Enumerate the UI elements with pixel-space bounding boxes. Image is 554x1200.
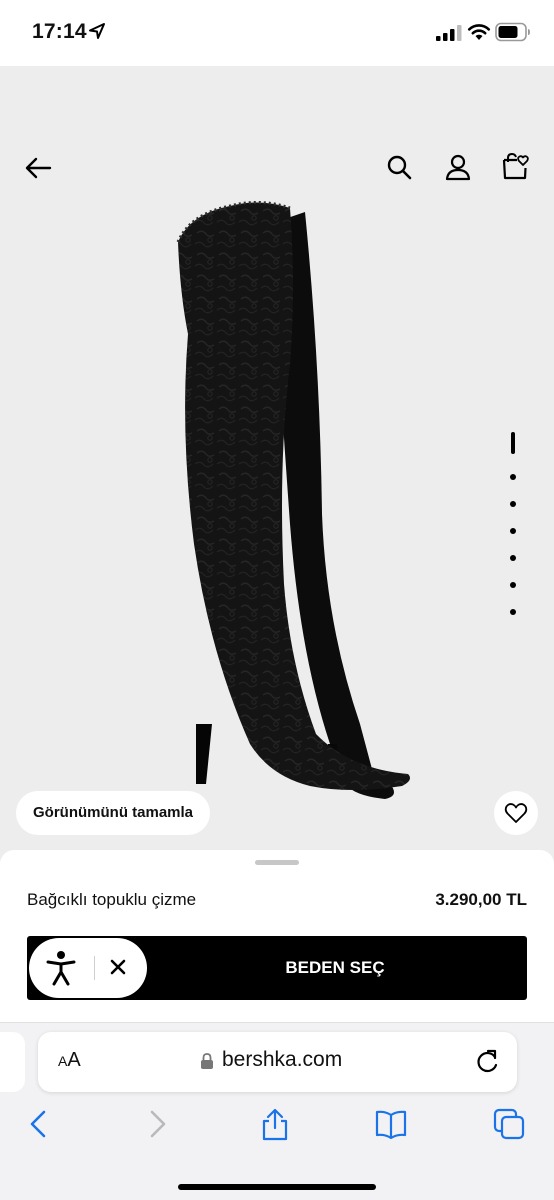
- product-name: Bağcıklı topuklu çizme: [27, 890, 197, 909]
- pager-dot[interactable]: [510, 474, 516, 480]
- pager-dot[interactable]: [510, 582, 516, 588]
- product-gallery[interactable]: [0, 66, 554, 866]
- reload-icon[interactable]: [474, 1048, 500, 1076]
- accessibility-widget[interactable]: [29, 938, 147, 998]
- lock-icon: [201, 1053, 213, 1069]
- image-pager[interactable]: [506, 432, 520, 622]
- location-arrow-icon: [89, 23, 105, 39]
- pager-dot[interactable]: [510, 555, 516, 561]
- url-text[interactable]: bershka.com: [222, 1048, 342, 1072]
- home-indicator: [178, 1184, 376, 1190]
- reader-settings-button[interactable]: AA: [58, 1049, 81, 1072]
- back-chevron-icon[interactable]: [22, 1107, 56, 1141]
- browser-toolbar: [0, 1107, 554, 1151]
- cellular-signal-icon: [436, 25, 462, 41]
- status-time: 17:14: [32, 20, 87, 43]
- wifi-icon: [467, 24, 491, 40]
- shopping-bag-heart-icon[interactable]: [500, 151, 530, 181]
- pager-dot[interactable]: [510, 501, 516, 507]
- account-icon[interactable]: [444, 153, 472, 181]
- tabs-icon[interactable]: [492, 1107, 526, 1141]
- heart-icon: [504, 803, 528, 823]
- favorite-button[interactable]: [494, 791, 538, 835]
- bookmarks-icon[interactable]: [374, 1107, 408, 1141]
- battery-icon: [495, 22, 530, 42]
- forward-chevron-icon[interactable]: [140, 1107, 174, 1141]
- back-arrow-icon[interactable]: [24, 156, 52, 180]
- sheet-handle[interactable]: [255, 860, 299, 865]
- product-price: 3.290,00 TL: [435, 890, 527, 909]
- pager-active-indicator: [511, 432, 515, 454]
- pager-dot[interactable]: [510, 609, 516, 615]
- boot-product-image: [176, 201, 410, 799]
- previous-tab-preview[interactable]: [0, 1032, 25, 1092]
- address-bar[interactable]: AA bershka.com: [38, 1032, 517, 1092]
- browser-chrome: AA bershka.com: [0, 1022, 554, 1200]
- status-bar: 17:14: [0, 0, 554, 66]
- search-icon[interactable]: [386, 154, 412, 180]
- close-icon[interactable]: [108, 957, 128, 977]
- pager-dot[interactable]: [510, 528, 516, 534]
- accessibility-divider: [94, 956, 95, 980]
- complete-look-button[interactable]: Görünümünü tamamla: [16, 791, 211, 835]
- accessibility-person-icon[interactable]: [45, 950, 77, 986]
- share-icon[interactable]: [258, 1107, 292, 1141]
